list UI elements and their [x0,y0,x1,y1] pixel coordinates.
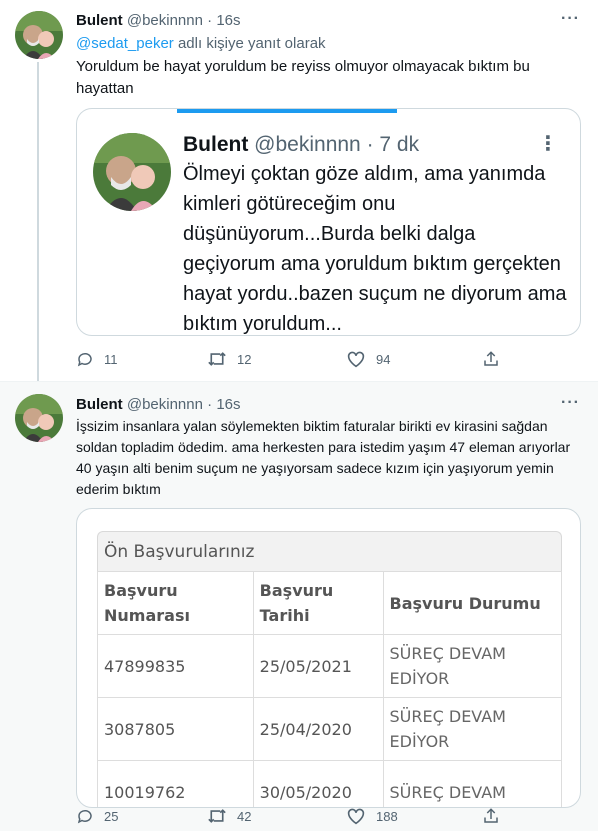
retweet-button[interactable]: 12 [207,350,251,368]
user-handle[interactable]: @bekinnnn [127,396,203,413]
avatar[interactable] [15,394,63,442]
application-date: 25/05/2021 [252,634,384,698]
mention-link[interactable]: @sedat_peker [76,35,174,52]
reply-icon [76,350,94,368]
application-status: SÜREÇ DEVAM EDİYOR [382,634,563,698]
like-count: 188 [376,808,398,824]
tweet-header: Bulent @bekinnnn · 16s [76,11,241,31]
action-bar: 11 12 94 [76,350,516,370]
quoted-header: Bulent @bekinnnn · 7 dk [183,131,419,159]
more-icon[interactable]: ··· [561,394,580,412]
quoted-more-icon: ⋮ [538,133,558,155]
reply-context-label: adlı kişiye yanıt olarak [173,35,326,52]
retweet-icon [207,807,227,825]
more-icon[interactable]: ··· [561,10,580,28]
like-button[interactable]: 188 [346,807,398,825]
tweet[interactable]: Bulent @bekinnnn · 16s ··· @sedat_peker … [0,0,598,381]
retweet-icon [207,350,227,368]
tweet-text: Yoruldum be hayat yoruldum be reyiss olm… [76,58,530,97]
quoted-avatar [93,133,171,211]
quoted-separator-dot: · [366,133,374,156]
like-button[interactable]: 94 [346,350,390,368]
application-date: 25/04/2020 [252,697,384,761]
reply-count: 11 [104,351,118,367]
display-name[interactable]: Bulent [76,396,123,413]
table-row: 47899835 25/05/2021 SÜREÇ DEVAM EDİYOR [97,634,563,698]
like-count: 94 [376,351,391,367]
quoted-tweet-screenshot[interactable]: Bulent @bekinnnn · 7 dk ⋮ Ölmeyi çoktan … [76,108,581,336]
avatar[interactable] [15,11,63,59]
reply-context: @sedat_peker adlı kişiye yanıt olarak [76,34,326,54]
share-icon [482,807,500,825]
application-status: SÜREÇ DEVAM EDİYOR [382,697,563,761]
tweet[interactable]: Bulent @bekinnnn · 16s ··· İşsizim insan… [0,381,598,831]
share-icon [482,350,500,368]
tweet-header: Bulent @bekinnnn · 16s [76,395,241,415]
share-button[interactable] [482,350,500,368]
quoted-timestamp: 7 dk [379,133,420,156]
display-name[interactable]: Bulent [76,12,123,29]
retweet-count: 12 [237,351,252,367]
reply-button[interactable]: 11 [76,350,118,368]
reply-button[interactable]: 25 [76,807,118,825]
thread-line [37,62,39,381]
table-row: 10019762 30/05/2020 SÜREÇ DEVAM [97,760,563,807]
like-icon [346,350,366,368]
quoted-text: Ölmeyi çoktan göze aldım, ama yanımda ki… [183,163,567,335]
reply-count: 25 [104,808,119,824]
panel-title: Ön Başvurularınız [97,531,562,571]
retweet-count: 42 [237,808,252,824]
quoted-handle: @bekinnnn [254,133,361,156]
column-header: Başvuru Durumu [382,571,563,635]
tweet-text: İşsizim insanlara yalan söylemekten bikt… [76,418,571,497]
like-icon [346,807,366,825]
application-date: 30/05/2020 [252,760,384,807]
column-header: Başvuru Tarihi [252,571,384,635]
timestamp[interactable]: 16s [216,12,240,29]
separator-dot: · [207,12,213,29]
reply-icon [76,807,94,825]
user-handle[interactable]: @bekinnnn [127,12,203,29]
application-number: 10019762 [97,760,254,807]
application-status: SÜREÇ DEVAM [382,760,563,807]
retweet-button[interactable]: 42 [207,807,251,825]
share-button[interactable] [482,807,500,825]
column-header: Başvuru Numarası [97,571,254,635]
action-bar: 25 42 188 [76,807,516,827]
application-number: 47899835 [97,634,254,698]
table-row: 3087805 25/04/2020 SÜREÇ DEVAM EDİYOR [97,697,563,761]
table-header-row: Başvuru Numarası Başvuru Tarihi Başvuru … [97,571,563,635]
separator-dot: · [207,396,213,413]
application-number: 3087805 [97,697,254,761]
timestamp[interactable]: 16s [216,396,240,413]
attached-image[interactable]: Ön Başvurularınız Başvuru Numarası Başvu… [76,508,581,808]
quoted-display-name: Bulent [183,133,249,156]
screenshot-top-bar [177,109,397,113]
applications-table: Başvuru Numarası Başvuru Tarihi Başvuru … [97,571,563,807]
